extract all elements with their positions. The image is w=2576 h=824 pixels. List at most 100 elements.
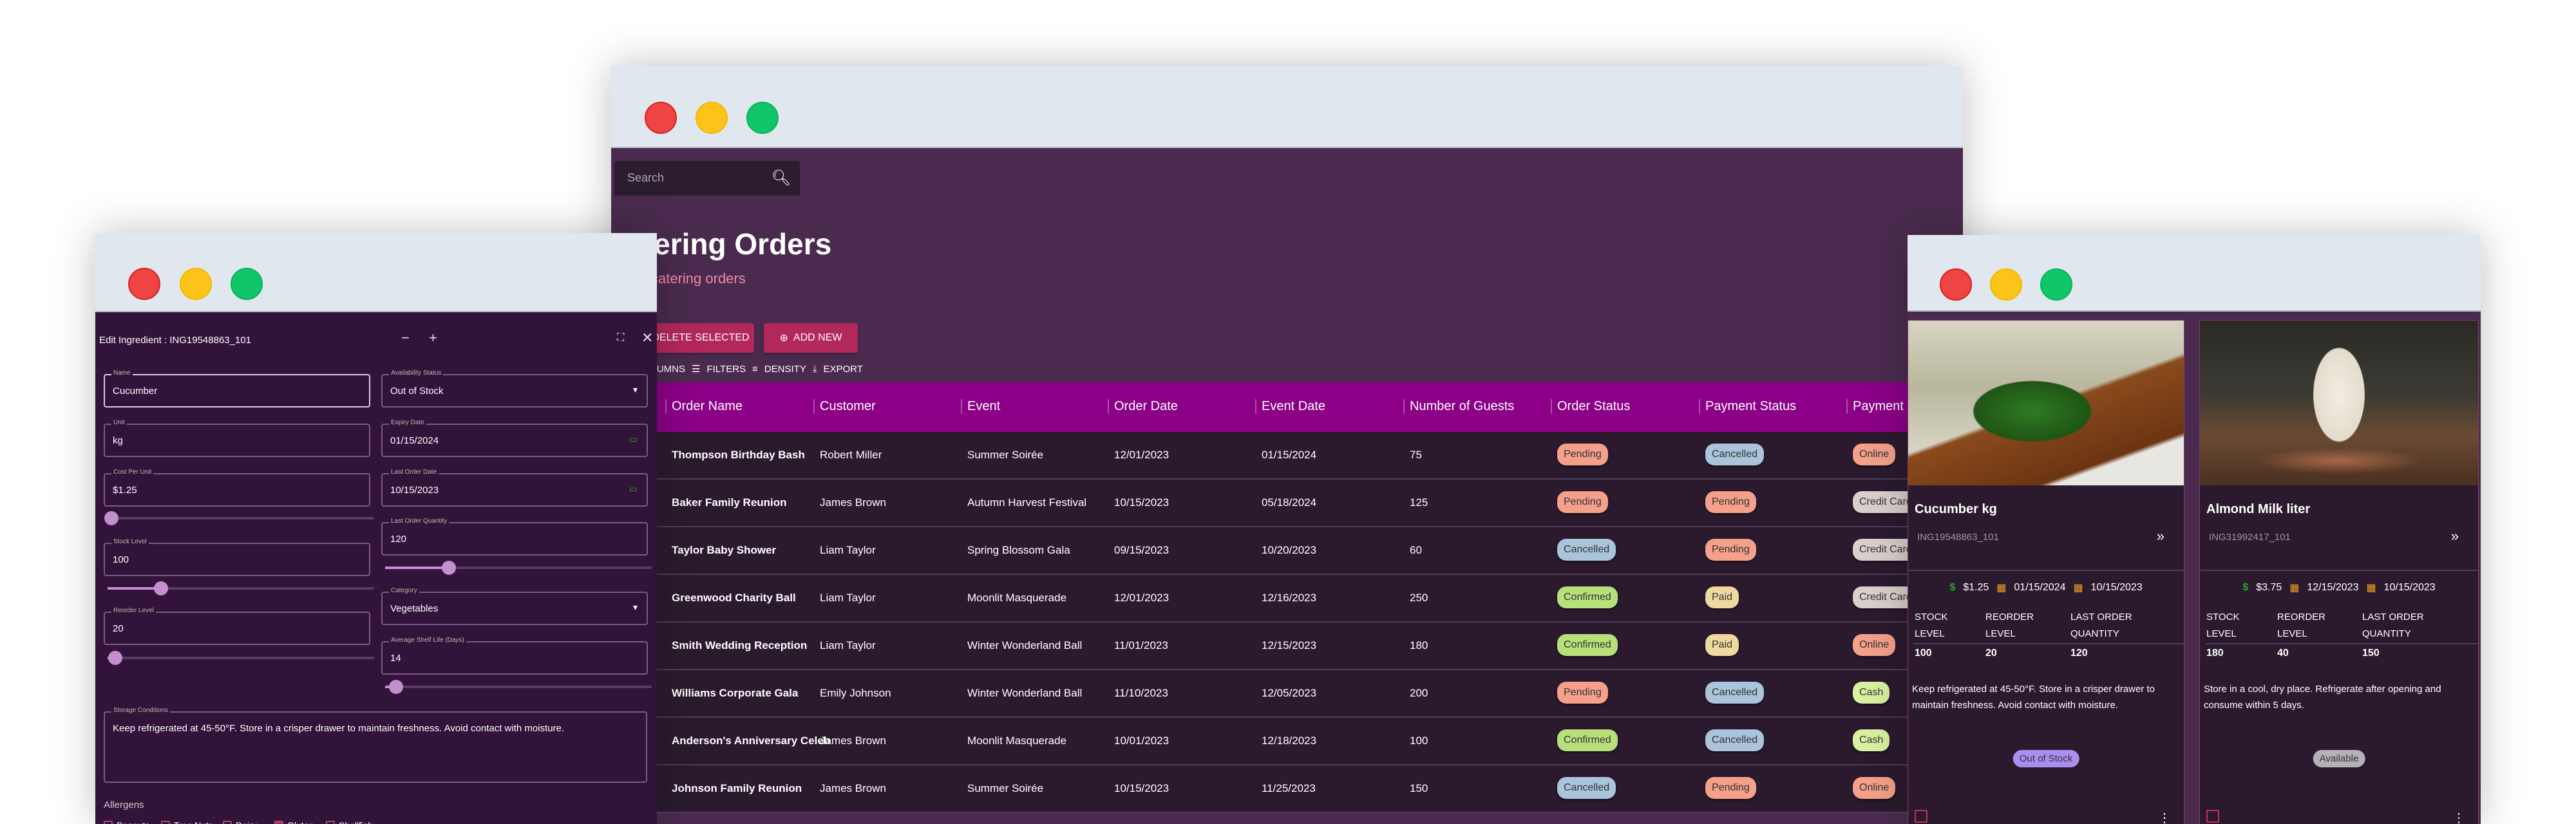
- close-icon[interactable]: ✕: [641, 330, 653, 346]
- reorder-field[interactable]: Reorder Level20: [104, 612, 370, 645]
- table-row[interactable]: Thompson Birthday BashRobert MillerSumme…: [611, 432, 1963, 480]
- name-field[interactable]: NameCucumber: [104, 374, 370, 407]
- close-window-button[interactable]: [645, 102, 677, 134]
- maximize-window-button[interactable]: [746, 102, 779, 134]
- checkbox-icon[interactable]: [161, 821, 170, 824]
- minimize-window-button[interactable]: [1990, 268, 2022, 301]
- slider-handle[interactable]: [154, 581, 168, 595]
- maximize-window-button[interactable]: [2040, 268, 2072, 301]
- more-options-icon[interactable]: ⋮: [2452, 810, 2465, 824]
- slider-handle[interactable]: [389, 680, 403, 694]
- cost-slider[interactable]: [108, 517, 374, 520]
- ingredient-card[interactable]: Cucumber kgING19548863_101»$$1.25▦01/15/…: [1908, 320, 2184, 824]
- fullscreen-icon[interactable]: ⛶: [617, 332, 624, 344]
- payment-status-badge: Cancelled: [1705, 729, 1764, 751]
- table-row[interactable]: Greenwood Charity BallLiam TaylorMoonlit…: [611, 575, 1963, 623]
- stock-field[interactable]: Stock Level100: [104, 543, 370, 576]
- reorder-slider[interactable]: [108, 657, 374, 659]
- expand-chevron-icon[interactable]: »: [2451, 528, 2459, 545]
- calendar-icon: ▦: [2073, 581, 2083, 594]
- expand-chevron-icon[interactable]: »: [2157, 528, 2164, 545]
- price: $3.75: [2256, 582, 2282, 594]
- zoom-in-icon[interactable]: +: [429, 330, 437, 346]
- checkbox-icon[interactable]: [326, 821, 335, 824]
- stat-label: REORDER LEVEL: [2277, 609, 2342, 642]
- minimize-window-button[interactable]: [696, 102, 728, 134]
- category-field[interactable]: CategoryVegetables▾: [381, 592, 648, 625]
- table-cell: Robert Miller: [820, 449, 882, 462]
- density-button[interactable]: DENSITY: [764, 364, 806, 375]
- close-window-button[interactable]: [1940, 268, 1972, 301]
- table-row[interactable]: Johnson Family ReunionJames BrownSummer …: [611, 765, 1963, 813]
- last-order-qty-field[interactable]: Last Order Quantity120: [381, 522, 648, 556]
- table-row[interactable]: Baker Family ReunionJames BrownAutumn Ha…: [611, 480, 1963, 527]
- divider: [1908, 570, 2184, 571]
- payment-method-badge: Online: [1853, 444, 1895, 465]
- storage-conditions-field[interactable]: Storage ConditionsKeep refrigerated at 4…: [104, 711, 647, 783]
- export-button[interactable]: EXPORT: [823, 364, 862, 375]
- card-info-row: $$3.75▦12/15/2023▦10/15/2023: [2200, 581, 2478, 594]
- slider-handle[interactable]: [108, 651, 122, 665]
- allergen-label: Tree Nuts: [174, 820, 213, 824]
- filters-button[interactable]: FILTERS: [706, 364, 746, 375]
- shelf-life-field[interactable]: Average Shelf Life (Days)14: [381, 641, 648, 675]
- checkbox-icon[interactable]: [274, 821, 283, 824]
- allergen-checkbox[interactable]: Tree Nuts: [161, 820, 213, 824]
- column-header[interactable]: Order Status: [1551, 399, 1630, 414]
- allergen-checkbox[interactable]: Gluten: [274, 820, 314, 824]
- stat-value: 150: [2362, 648, 2380, 659]
- column-header[interactable]: Event: [961, 399, 1000, 414]
- availability-field[interactable]: Availability StatusOut of Stock▾: [381, 374, 648, 407]
- add-new-button[interactable]: ⊕ADD NEW: [764, 323, 858, 353]
- table-cell: Williams Corporate Gala: [672, 687, 798, 700]
- dropdown-arrow-icon[interactable]: ▾: [633, 602, 638, 613]
- select-checkbox[interactable]: [1915, 810, 1927, 823]
- table-row[interactable]: Smith Wedding ReceptionLiam TaylorWinter…: [611, 623, 1963, 670]
- column-header[interactable]: Order Name: [665, 399, 743, 414]
- column-header[interactable]: Event Date: [1255, 399, 1325, 414]
- search-icon[interactable]: 🔍︎: [772, 169, 791, 187]
- zoom-out-icon[interactable]: −: [401, 330, 410, 346]
- allergen-checkbox[interactable]: Dairy: [223, 820, 257, 824]
- table-cell: James Brown: [820, 782, 886, 795]
- maximize-window-button[interactable]: [231, 268, 263, 300]
- calendar-icon[interactable]: ▭: [629, 483, 638, 494]
- select-checkbox[interactable]: [2206, 810, 2219, 823]
- checkbox-icon[interactable]: [104, 821, 113, 824]
- order-status-badge: Cancelled: [1557, 539, 1616, 561]
- close-window-button[interactable]: [128, 268, 160, 300]
- search-input[interactable]: Search🔍︎: [614, 161, 800, 196]
- table-cell: Smith Wedding Reception: [672, 639, 807, 652]
- table-cell: 01/15/2024: [1262, 449, 1316, 462]
- cost-field[interactable]: Cost Per Unit$1.25: [104, 473, 370, 507]
- slider-handle[interactable]: [104, 511, 118, 525]
- delete-selected-button[interactable]: DELETE SELECTED: [647, 323, 754, 353]
- dropdown-arrow-icon[interactable]: ▾: [633, 384, 638, 395]
- table-row[interactable]: Taylor Baby ShowerLiam TaylorSpring Blos…: [611, 527, 1963, 575]
- allergen-label: Shellfish: [339, 820, 373, 824]
- calendar-icon: ▦: [2289, 581, 2299, 594]
- field-label: Availability Status: [389, 370, 443, 377]
- shelf-life-slider[interactable]: [385, 686, 652, 688]
- column-header[interactable]: Order Date: [1108, 399, 1178, 414]
- table-cell: James Brown: [820, 735, 886, 747]
- table-row[interactable]: Anderson's Anniversary CelebJames BrownM…: [611, 718, 1963, 765]
- ingredient-card[interactable]: Almond Milk literING31992417_101»$$3.75▦…: [2199, 320, 2479, 824]
- last-order-date-field[interactable]: Last Order Date10/15/2023▭: [381, 473, 648, 507]
- slider-handle[interactable]: [442, 561, 456, 575]
- last-order-qty-slider[interactable]: [385, 566, 652, 569]
- more-options-icon[interactable]: ⋮: [2158, 810, 2171, 824]
- expiry-field[interactable]: Expiry Date01/15/2024▭: [381, 424, 648, 457]
- stock-slider[interactable]: [108, 587, 374, 590]
- allergen-checkbox[interactable]: Peanuts: [104, 820, 149, 824]
- calendar-icon[interactable]: ▭: [629, 434, 638, 445]
- column-header[interactable]: Number of Guests: [1403, 399, 1514, 414]
- column-header[interactable]: Customer: [813, 399, 876, 414]
- checkbox-icon[interactable]: [223, 821, 232, 824]
- allergen-checkbox[interactable]: Shellfish: [326, 820, 373, 824]
- unit-field[interactable]: Unitkg: [104, 424, 370, 457]
- column-header[interactable]: Payment Status: [1699, 399, 1796, 414]
- minimize-window-button[interactable]: [180, 268, 212, 300]
- table-row[interactable]: Williams Corporate GalaEmily JohnsonWint…: [611, 670, 1963, 718]
- availability-badge: Out of Stock: [2013, 750, 2079, 767]
